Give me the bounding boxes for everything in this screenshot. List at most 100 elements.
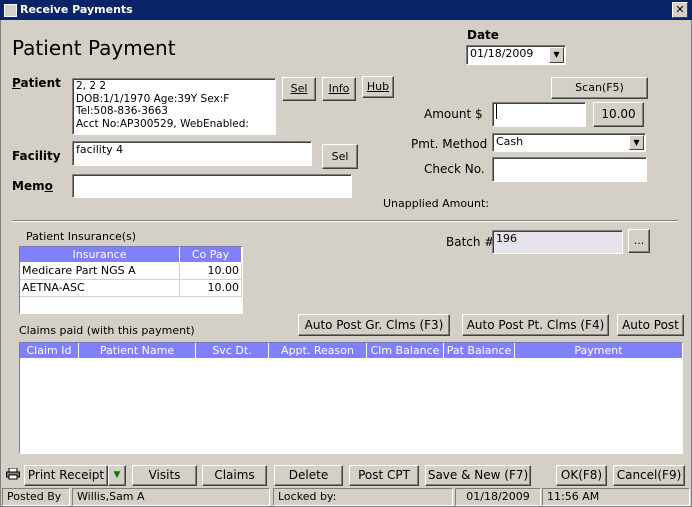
column-header[interactable]: Co Pay <box>180 247 242 262</box>
date-value: 01/18/2009 <box>470 47 534 60</box>
claims-button[interactable]: Claims <box>202 465 267 486</box>
auto-post-gr-label: Auto Post Gr. Clms (F3) <box>304 318 444 332</box>
claims-button-label: Claims <box>214 468 255 482</box>
ok-button[interactable]: OK(F8) <box>556 465 607 486</box>
auto-post-label: Auto Post <box>622 318 679 332</box>
date-label: Date <box>467 28 499 42</box>
amount-label: Amount $ <box>424 107 483 121</box>
patient-line: Tel:508-836-3663 <box>76 105 168 117</box>
insurance-grid: Insurance Co Pay Medicare Part NGS A 10.… <box>19 246 243 314</box>
app-icon <box>4 4 17 17</box>
facility-label: Facility <box>12 149 61 163</box>
save-new-button[interactable]: Save & New (F7) <box>425 465 531 486</box>
print-receipt-button[interactable]: Print Receipt <box>24 465 108 486</box>
ok-label: OK(F8) <box>560 468 603 482</box>
patient-info-box: 2, 2 2 DOB:1/1/1970 Age:39Y Sex:F Tel:50… <box>72 78 276 135</box>
auto-post-gr-button[interactable]: Auto Post Gr. Clms (F3) <box>298 314 450 336</box>
cancel-label: Cancel(F9) <box>616 468 682 482</box>
amount-copay-label: 10.00 <box>601 107 636 121</box>
posted-by-label: Posted By <box>2 488 70 506</box>
facility-field[interactable]: facility 4 <box>72 141 312 166</box>
insurance-label: Patient Insurance(s) <box>26 230 137 243</box>
check-no-label: Check No. <box>424 162 485 176</box>
claims-header: Claim Id Patient Name Svc Dt. Appt. Reas… <box>20 343 682 359</box>
post-cpt-button[interactable]: Post CPT <box>349 465 419 486</box>
post-cpt-label: Post CPT <box>358 468 410 482</box>
facility-value: facility 4 <box>76 143 124 156</box>
memo-field[interactable] <box>72 174 352 198</box>
status-time: 11:56 AM <box>542 488 690 506</box>
patient-hub-button[interactable]: Hub <box>362 76 394 98</box>
batch-value: 196 <box>496 232 517 245</box>
patient-line: DOB:1/1/1970 Age:39Y Sex:F <box>76 92 230 105</box>
cancel-button[interactable]: Cancel(F9) <box>613 465 685 486</box>
scan-button[interactable]: Scan(F5) <box>551 77 648 99</box>
status-date: 01/18/2009 <box>455 488 541 506</box>
visits-button[interactable]: Visits <box>132 465 197 486</box>
locked-by-label: Locked by: <box>273 488 453 506</box>
printer-icon <box>6 467 20 480</box>
column-header[interactable]: Patient Name <box>79 343 196 358</box>
divider <box>12 220 678 222</box>
insurance-copay: 10.00 <box>180 280 242 296</box>
print-receipt-label: Print Receipt <box>27 468 105 482</box>
title-bar: Receive Payments ✕ <box>0 0 692 20</box>
patient-sel-label: Sel <box>290 82 308 95</box>
unapplied-label: Unapplied Amount: <box>383 197 490 210</box>
facility-sel-label: Sel <box>331 150 349 163</box>
window-title: Receive Payments <box>20 3 133 16</box>
batch-field[interactable]: 196 <box>492 230 623 254</box>
memo-label: Memo <box>12 179 53 193</box>
table-row[interactable]: AETNA-ASC 10.00 <box>20 280 242 297</box>
column-header[interactable]: Svc Dt. <box>196 343 269 358</box>
insurance-header: Insurance Co Pay <box>20 247 242 263</box>
pmt-method-label: Pmt. Method <box>411 137 488 151</box>
patient-info-label: Info <box>328 82 350 95</box>
column-header[interactable]: Payment <box>515 343 682 358</box>
save-new-label: Save & New (F7) <box>427 468 529 482</box>
scan-label: Scan(F5) <box>575 81 624 94</box>
close-button[interactable]: ✕ <box>672 2 688 18</box>
patient-hub-label: Hub <box>366 80 390 93</box>
insurance-name: Medicare Part NGS A <box>20 263 180 279</box>
batch-label: Batch # <box>446 235 495 249</box>
claims-grid: Claim Id Patient Name Svc Dt. Appt. Reas… <box>19 342 683 454</box>
column-header[interactable]: Appt. Reason <box>269 343 367 358</box>
page-title: Patient Payment <box>12 36 176 60</box>
facility-sel-button[interactable]: Sel <box>322 144 358 169</box>
auto-post-pt-label: Auto Post Pt. Clms (F4) <box>466 318 605 332</box>
column-header[interactable]: Pat Balance <box>444 343 515 358</box>
visits-label: Visits <box>148 468 181 482</box>
pmt-method-select[interactable]: Cash ▼ <box>492 133 646 152</box>
chevron-down-icon: ▼ <box>113 470 121 480</box>
chevron-down-icon[interactable]: ▼ <box>629 135 644 150</box>
patient-sel-button[interactable]: Sel <box>282 77 316 101</box>
patient-info-button[interactable]: Info <box>322 77 356 101</box>
posted-by-value: Willis,Sam A <box>72 488 270 506</box>
batch-browse-label: ... <box>633 234 645 247</box>
auto-post-pt-button[interactable]: Auto Post Pt. Clms (F4) <box>462 314 609 336</box>
column-header[interactable]: Claim Id <box>20 343 79 358</box>
table-row[interactable]: Medicare Part NGS A 10.00 <box>20 263 242 280</box>
patient-label: Patient <box>12 76 61 90</box>
print-options-dropdown[interactable]: ▼ <box>108 465 126 486</box>
delete-label: Delete <box>288 468 329 482</box>
insurance-name: AETNA-ASC <box>20 280 180 296</box>
column-header[interactable]: Insurance <box>20 247 180 262</box>
text-caret <box>496 104 497 119</box>
patient-line: Acct No:AP300529, WebEnabled: <box>76 117 249 130</box>
delete-button[interactable]: Delete <box>274 465 343 486</box>
patient-line: 2, 2 2 <box>76 80 107 92</box>
check-no-field[interactable] <box>492 157 647 182</box>
batch-browse-button[interactable]: ... <box>628 229 650 253</box>
column-header[interactable]: Clm Balance <box>367 343 444 358</box>
amount-copay-button[interactable]: 10.00 <box>593 102 644 127</box>
pmt-method-value: Cash <box>496 135 524 148</box>
amount-label-text: Amount $ <box>424 107 483 121</box>
insurance-copay: 10.00 <box>180 263 242 279</box>
auto-post-button[interactable]: Auto Post <box>617 314 684 336</box>
claims-label: Claims paid (with this payment) <box>19 324 195 337</box>
amount-field[interactable] <box>492 102 586 127</box>
date-picker[interactable]: 01/18/2009 ▼ <box>466 45 566 65</box>
chevron-down-icon[interactable]: ▼ <box>549 47 564 63</box>
